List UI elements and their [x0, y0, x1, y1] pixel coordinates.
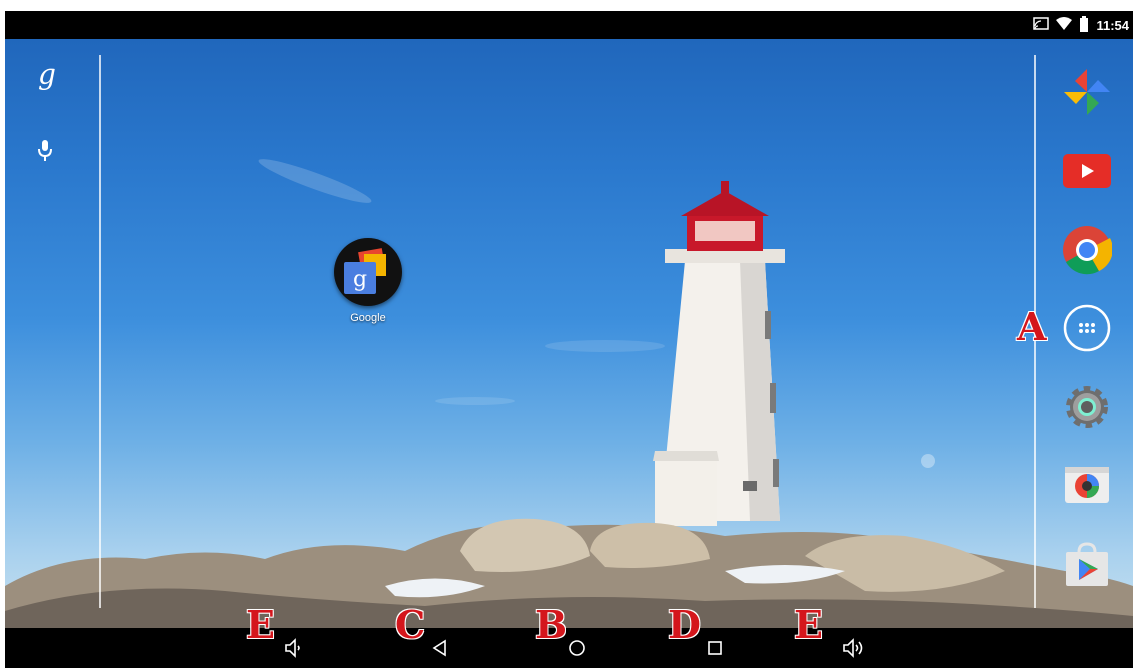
desktop-app-label: Google	[350, 312, 386, 324]
back-icon[interactable]	[423, 628, 457, 668]
volume-down-icon[interactable]	[278, 628, 312, 668]
navigation-bar	[5, 628, 1133, 668]
chrome-icon[interactable]	[1062, 225, 1112, 275]
lighthouse-wallpaper-image	[5, 159, 1133, 628]
recents-icon[interactable]	[698, 628, 732, 668]
play-store-icon[interactable]	[1062, 540, 1112, 590]
settings-icon[interactable]	[1062, 382, 1112, 432]
callout-b: B	[535, 602, 568, 647]
clock: 11:54	[1096, 17, 1129, 33]
callout-a: A	[1017, 304, 1047, 349]
callout-c: C	[395, 602, 426, 647]
google-search-icon[interactable]: g	[38, 58, 56, 91]
camera-icon[interactable]	[1062, 459, 1112, 509]
photos-icon[interactable]	[1062, 67, 1112, 117]
cast-icon	[1033, 16, 1050, 34]
youtube-icon[interactable]	[1062, 146, 1112, 196]
google-folder-icon: g	[334, 238, 402, 306]
microphone-icon[interactable]	[36, 138, 54, 167]
left-panel-divider	[99, 55, 101, 608]
svg-text:g: g	[353, 267, 367, 292]
volume-up-icon[interactable]	[835, 628, 875, 668]
wifi-icon	[1056, 16, 1073, 34]
callout-e-left: E	[246, 602, 275, 647]
status-bar: 11:54	[5, 11, 1133, 39]
wallpaper	[5, 11, 1133, 628]
callout-e-right: E	[794, 602, 823, 647]
battery-icon	[1079, 15, 1089, 35]
callout-d: D	[668, 602, 701, 647]
android-home-screen: 11:54 g g Google A B C D E E	[0, 0, 1133, 668]
app-drawer-icon[interactable]	[1062, 303, 1112, 353]
